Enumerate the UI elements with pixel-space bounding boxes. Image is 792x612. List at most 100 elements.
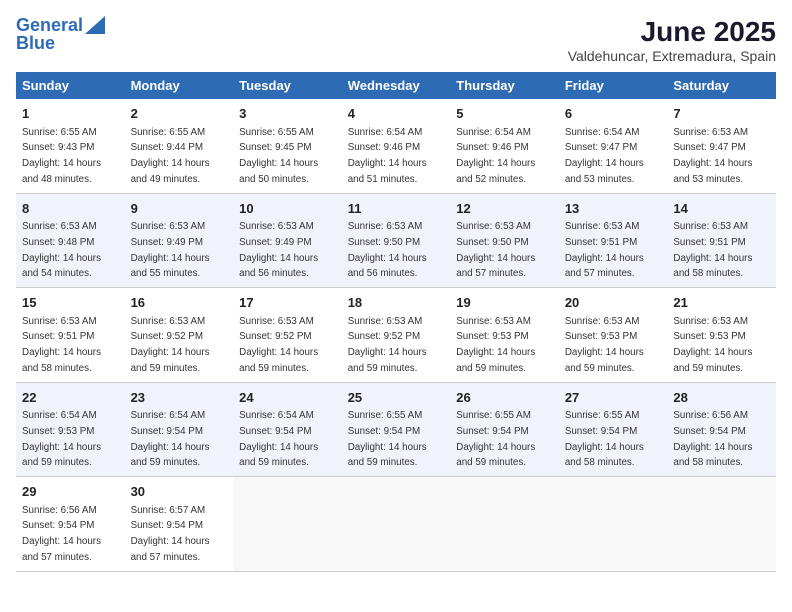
calendar-cell: 12Sunrise: 6:53 AMSunset: 9:50 PMDayligh…: [450, 193, 559, 288]
day-number: 14: [673, 199, 770, 219]
day-info: Sunrise: 6:53 AMSunset: 9:51 PMDaylight:…: [22, 316, 101, 374]
day-number: 15: [22, 293, 119, 313]
day-number: 27: [565, 388, 662, 408]
calendar-cell: [450, 477, 559, 572]
day-info: Sunrise: 6:54 AMSunset: 9:46 PMDaylight:…: [348, 127, 427, 185]
calendar-cell: 15 Sunrise: 6:53 AMSunset: 9:51 PMDayligh…: [16, 288, 125, 383]
calendar-cell: 14Sunrise: 6:53 AMSunset: 9:51 PMDayligh…: [667, 193, 776, 288]
calendar-cell: 7 Sunrise: 6:53 AMSunset: 9:47 PMDaylight…: [667, 99, 776, 193]
calendar-cell: [233, 477, 342, 572]
day-info: Sunrise: 6:53 AMSunset: 9:53 PMDaylight:…: [673, 316, 752, 374]
day-number: 26: [456, 388, 553, 408]
calendar-cell: 30 Sunrise: 6:57 AMSunset: 9:54 PMDayligh…: [125, 477, 234, 572]
calendar-cell: [667, 477, 776, 572]
day-number: 30: [131, 482, 228, 502]
calendar-cell: [342, 477, 451, 572]
day-info: Sunrise: 6:53 AMSunset: 9:51 PMDaylight:…: [673, 221, 752, 279]
day-info: Sunrise: 6:55 AMSunset: 9:54 PMDaylight:…: [456, 410, 535, 468]
day-number: 10: [239, 199, 336, 219]
calendar-week-row: 15 Sunrise: 6:53 AMSunset: 9:51 PMDayligh…: [16, 288, 776, 383]
title-block: June 2025 Valdehuncar, Extremadura, Spai…: [568, 16, 776, 64]
day-number: 11: [348, 199, 445, 219]
calendar-cell: 19 Sunrise: 6:53 AMSunset: 9:53 PMDayligh…: [450, 288, 559, 383]
day-number: 21: [673, 293, 770, 313]
day-info: Sunrise: 6:56 AMSunset: 9:54 PMDaylight:…: [22, 505, 101, 563]
calendar-cell: 21 Sunrise: 6:53 AMSunset: 9:53 PMDayligh…: [667, 288, 776, 383]
day-number: 9: [131, 199, 228, 219]
day-info: Sunrise: 6:57 AMSunset: 9:54 PMDaylight:…: [131, 505, 210, 563]
calendar-cell: 29 Sunrise: 6:56 AMSunset: 9:54 PMDayligh…: [16, 477, 125, 572]
header-sunday: Sunday: [16, 72, 125, 99]
calendar-cell: 10Sunrise: 6:53 AMSunset: 9:49 PMDayligh…: [233, 193, 342, 288]
calendar-cell: 24Sunrise: 6:54 AMSunset: 9:54 PMDayligh…: [233, 382, 342, 477]
day-number: 22: [22, 388, 119, 408]
calendar-cell: 11Sunrise: 6:53 AMSunset: 9:50 PMDayligh…: [342, 193, 451, 288]
calendar-cell: 27Sunrise: 6:55 AMSunset: 9:54 PMDayligh…: [559, 382, 668, 477]
header-saturday: Saturday: [667, 72, 776, 99]
calendar-cell: 4Sunrise: 6:54 AMSunset: 9:46 PMDaylight…: [342, 99, 451, 193]
header-wednesday: Wednesday: [342, 72, 451, 99]
month-title: June 2025: [568, 16, 776, 48]
header-monday: Monday: [125, 72, 234, 99]
day-number: 23: [131, 388, 228, 408]
day-info: Sunrise: 6:53 AMSunset: 9:50 PMDaylight:…: [348, 221, 427, 279]
day-info: Sunrise: 6:53 AMSunset: 9:48 PMDaylight:…: [22, 221, 101, 279]
day-number: 3: [239, 104, 336, 124]
day-number: 5: [456, 104, 553, 124]
day-info: Sunrise: 6:53 AMSunset: 9:50 PMDaylight:…: [456, 221, 535, 279]
day-info: Sunrise: 6:53 AMSunset: 9:52 PMDaylight:…: [348, 316, 427, 374]
calendar-cell: 16 Sunrise: 6:53 AMSunset: 9:52 PMDayligh…: [125, 288, 234, 383]
page-header: General Blue June 2025 Valdehuncar, Extr…: [16, 16, 776, 64]
day-number: 12: [456, 199, 553, 219]
day-number: 1: [22, 104, 119, 124]
day-info: Sunrise: 6:56 AMSunset: 9:54 PMDaylight:…: [673, 410, 752, 468]
day-number: 2: [131, 104, 228, 124]
calendar-cell: 1 Sunrise: 6:55 AMSunset: 9:43 PMDaylight…: [16, 99, 125, 193]
day-number: 6: [565, 104, 662, 124]
day-info: Sunrise: 6:55 AMSunset: 9:54 PMDaylight:…: [348, 410, 427, 468]
calendar-cell: 18Sunrise: 6:53 AMSunset: 9:52 PMDayligh…: [342, 288, 451, 383]
day-info: Sunrise: 6:53 AMSunset: 9:47 PMDaylight:…: [673, 127, 752, 185]
calendar-cell: 17Sunrise: 6:53 AMSunset: 9:52 PMDayligh…: [233, 288, 342, 383]
day-number: 24: [239, 388, 336, 408]
calendar-table: SundayMondayTuesdayWednesdayThursdayFrid…: [16, 72, 776, 572]
day-number: 13: [565, 199, 662, 219]
day-info: Sunrise: 6:54 AMSunset: 9:46 PMDaylight:…: [456, 127, 535, 185]
calendar-cell: 3 Sunrise: 6:55 AMSunset: 9:45 PMDaylight…: [233, 99, 342, 193]
day-info: Sunrise: 6:53 AMSunset: 9:51 PMDaylight:…: [565, 221, 644, 279]
day-info: Sunrise: 6:55 AMSunset: 9:44 PMDaylight:…: [131, 127, 210, 185]
location-title: Valdehuncar, Extremadura, Spain: [568, 48, 776, 64]
day-info: Sunrise: 6:55 AMSunset: 9:43 PMDaylight:…: [22, 127, 101, 185]
day-number: 7: [673, 104, 770, 124]
day-info: Sunrise: 6:55 AMSunset: 9:45 PMDaylight:…: [239, 127, 318, 185]
calendar-cell: 5 Sunrise: 6:54 AMSunset: 9:46 PMDaylight…: [450, 99, 559, 193]
day-number: 20: [565, 293, 662, 313]
day-info: Sunrise: 6:53 AMSunset: 9:49 PMDaylight:…: [131, 221, 210, 279]
calendar-cell: 22Sunrise: 6:54 AMSunset: 9:53 PMDayligh…: [16, 382, 125, 477]
calendar-cell: 25Sunrise: 6:55 AMSunset: 9:54 PMDayligh…: [342, 382, 451, 477]
calendar-cell: 20 Sunrise: 6:53 AMSunset: 9:53 PMDayligh…: [559, 288, 668, 383]
calendar-week-row: 1 Sunrise: 6:55 AMSunset: 9:43 PMDaylight…: [16, 99, 776, 193]
day-number: 19: [456, 293, 553, 313]
day-info: Sunrise: 6:55 AMSunset: 9:54 PMDaylight:…: [565, 410, 644, 468]
day-info: Sunrise: 6:54 AMSunset: 9:54 PMDaylight:…: [131, 410, 210, 468]
calendar-cell: 9Sunrise: 6:53 AMSunset: 9:49 PMDaylight…: [125, 193, 234, 288]
day-number: 8: [22, 199, 119, 219]
day-number: 29: [22, 482, 119, 502]
day-info: Sunrise: 6:54 AMSunset: 9:53 PMDaylight:…: [22, 410, 101, 468]
day-number: 17: [239, 293, 336, 313]
day-info: Sunrise: 6:53 AMSunset: 9:53 PMDaylight:…: [456, 316, 535, 374]
calendar-week-row: 8Sunrise: 6:53 AMSunset: 9:48 PMDaylight…: [16, 193, 776, 288]
header-tuesday: Tuesday: [233, 72, 342, 99]
day-info: Sunrise: 6:53 AMSunset: 9:52 PMDaylight:…: [131, 316, 210, 374]
day-info: Sunrise: 6:53 AMSunset: 9:53 PMDaylight:…: [565, 316, 644, 374]
header-friday: Friday: [559, 72, 668, 99]
calendar-cell: [559, 477, 668, 572]
day-info: Sunrise: 6:54 AMSunset: 9:47 PMDaylight:…: [565, 127, 644, 185]
calendar-cell: 26Sunrise: 6:55 AMSunset: 9:54 PMDayligh…: [450, 382, 559, 477]
calendar-cell: 6 Sunrise: 6:54 AMSunset: 9:47 PMDaylight…: [559, 99, 668, 193]
calendar-cell: 13Sunrise: 6:53 AMSunset: 9:51 PMDayligh…: [559, 193, 668, 288]
day-info: Sunrise: 6:54 AMSunset: 9:54 PMDaylight:…: [239, 410, 318, 468]
day-number: 16: [131, 293, 228, 313]
calendar-week-row: 22Sunrise: 6:54 AMSunset: 9:53 PMDayligh…: [16, 382, 776, 477]
